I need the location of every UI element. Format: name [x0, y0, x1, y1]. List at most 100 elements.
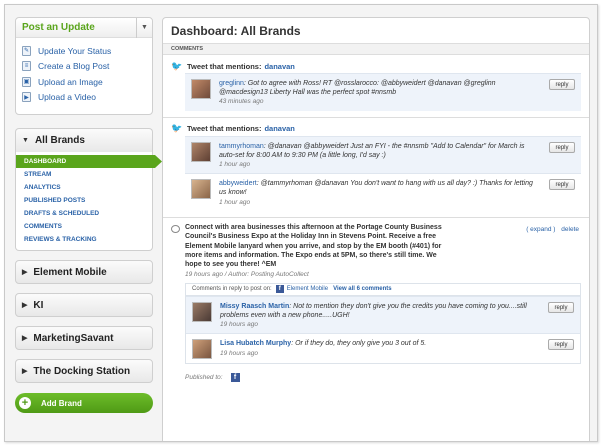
comment-time: 19 hours ago — [220, 321, 258, 329]
tweet-head-label: Tweet that mentions: — [187, 124, 262, 134]
expand-link[interactable]: ( expand ) — [526, 226, 555, 233]
comment-item: Lisa Hubatch Murphy: Or if they do, they… — [186, 333, 580, 364]
mention-user-link[interactable]: danavan — [264, 124, 294, 133]
app-window: Post an Update ▼ ✎ Update Your Status ≡ … — [4, 4, 598, 442]
collapsed-triangle-icon: ▶ — [22, 368, 28, 375]
all-brands-header[interactable]: ▼ All Brands — [15, 128, 153, 152]
submenu-stream[interactable]: STREAM — [16, 168, 152, 181]
submenu-dashboard[interactable]: DASHBOARD — [16, 155, 162, 168]
plus-icon: + — [19, 397, 31, 409]
submenu-analytics[interactable]: ANALYTICS — [16, 181, 152, 194]
comment-text: : Or if they do, they only give you 3 ou… — [291, 340, 427, 348]
brand-element-mobile[interactable]: ▶ Element Mobile — [15, 260, 153, 284]
update-status-link[interactable]: ✎ Update Your Status — [22, 43, 146, 59]
facebook-post-block: Connect with area businesses this aftern… — [163, 218, 589, 388]
add-brand-button[interactable]: + Add Brand — [15, 393, 153, 413]
tweet-mention-block: 🐦 Tweet that mentions: danavan greglinn:… — [163, 55, 589, 118]
twitter-bird-icon: 🐦 — [171, 123, 183, 134]
post-actions: ( expand ) delete — [526, 226, 579, 233]
reply-button[interactable]: reply — [549, 141, 575, 153]
comments-head-label: Comments in reply to post on: — [192, 286, 272, 293]
avatar[interactable] — [191, 79, 211, 99]
tweet-head-label: Tweet that mentions: — [187, 61, 262, 71]
status-icon: ✎ — [22, 45, 31, 56]
comment-item: Missy Raasch Martin: Not to mention they… — [186, 295, 580, 334]
post-update-title: Post an Update — [22, 22, 95, 33]
brand-label: KI — [33, 299, 44, 311]
tweet-time: 1 hour ago — [219, 161, 251, 169]
published-to-label: Published to: — [185, 374, 223, 382]
reply-button[interactable]: reply — [549, 79, 575, 90]
avatar[interactable] — [191, 179, 211, 200]
brand-label: The Docking Station — [33, 365, 131, 377]
tweet-body: abbyweidert: @tammyrhoman @danavan You d… — [219, 179, 575, 207]
comments-header: Comments in reply to post on: f Element … — [186, 283, 580, 296]
post-update-panel: Post an Update ▼ ✎ Update Your Status ≡ … — [15, 17, 153, 115]
facebook-icon[interactable]: f — [230, 373, 240, 383]
delete-link[interactable]: delete — [561, 226, 579, 233]
tweet-body: greglinn: Got to agree with Ross! RT @ro… — [219, 79, 575, 107]
tweet-text: : Got to agree with Ross! RT @rosslarocc… — [219, 80, 496, 97]
tweet-user-link[interactable]: greglinn — [219, 80, 244, 87]
comment-time: 19 hours ago — [220, 349, 258, 357]
twitter-bird-icon: 🐦 — [171, 60, 183, 71]
brand-label: Element Mobile — [33, 266, 107, 278]
submenu-drafts-scheduled[interactable]: DRAFTS & SCHEDULED — [16, 207, 152, 220]
reply-button[interactable]: reply — [548, 301, 574, 313]
tweet-mention-block: 🐦 Tweet that mentions: danavan tammyrhom… — [163, 118, 589, 218]
brands-panel: ▼ All Brands DASHBOARD STREAM ANALYTICS … — [15, 128, 153, 413]
collapsed-triangle-icon: ▶ — [22, 269, 28, 276]
tweet-mention-header: 🐦 Tweet that mentions: danavan — [171, 122, 581, 136]
tweet-item: abbyweidert: @tammyrhoman @danavan You d… — [185, 173, 581, 211]
all-brands-label: All Brands — [34, 135, 85, 146]
tweet-user-link[interactable]: tammyrhoman — [219, 143, 264, 150]
post-meta: 19 hours ago / Author: Postling AutoColl… — [185, 270, 309, 278]
brand-marketingsavant[interactable]: ▶ MarketingSavant — [15, 326, 153, 350]
tweet-time: 1 hour ago — [219, 198, 251, 206]
chevron-down-icon[interactable]: ▼ — [136, 17, 152, 38]
expanded-triangle-icon: ▼ — [22, 137, 29, 144]
submenu-comments[interactable]: COMMENTS — [16, 220, 152, 233]
submenu-published-posts[interactable]: PUBLISHED POSTS — [16, 194, 152, 207]
published-to: Published to: f — [185, 373, 581, 383]
avatar[interactable] — [191, 141, 211, 162]
post-update-header[interactable]: Post an Update ▼ — [16, 17, 152, 38]
video-icon: ▶ — [22, 92, 31, 103]
reply-button[interactable]: reply — [548, 339, 574, 351]
post-update-list: ✎ Update Your Status ≡ Create a Blog Pos… — [16, 38, 152, 110]
comments-page-link[interactable]: Element Mobile — [287, 286, 328, 292]
create-blog-post-label: Create a Blog Post — [38, 61, 110, 72]
tweet-text: : @danavan @abbyweidert Just an FYI - th… — [219, 142, 525, 159]
tweet-item: tammyrhoman: @danavan @abbyweidert Just … — [185, 135, 581, 174]
facebook-icon: f — [275, 285, 284, 294]
brand-ki[interactable]: ▶ KI — [15, 293, 153, 317]
facebook-post-text: Connect with area businesses this aftern… — [185, 223, 442, 269]
tweet-body: tammyrhoman: @danavan @abbyweidert Just … — [219, 142, 575, 170]
comment-body: Missy Raasch Martin: Not to mention they… — [220, 302, 574, 330]
tweet-text: : @tammyrhoman @danavan You don't want t… — [219, 180, 533, 197]
comments-box: Comments in reply to post on: f Element … — [185, 282, 581, 365]
facebook-post-top: Connect with area businesses this aftern… — [171, 223, 581, 270]
comment-user-link[interactable]: Lisa Hubatch Murphy — [220, 340, 291, 347]
comment-bubble-icon — [171, 224, 180, 233]
upload-video-link[interactable]: ▶ Upload a Video — [22, 90, 146, 106]
view-all-comments-link[interactable]: View all 6 comments — [333, 286, 392, 292]
mention-user-link[interactable]: danavan — [264, 62, 294, 71]
tweet-user-link[interactable]: abbyweidert — [219, 180, 257, 187]
reply-button[interactable]: reply — [549, 179, 575, 191]
brand-docking-station[interactable]: ▶ The Docking Station — [15, 359, 153, 383]
upload-image-link[interactable]: ▣ Upload an Image — [22, 74, 146, 90]
upload-video-label: Upload a Video — [38, 92, 96, 103]
image-icon: ▣ — [22, 76, 31, 87]
tweet-time: 43 minutes ago — [219, 98, 264, 106]
blog-icon: ≡ — [22, 61, 31, 72]
tweet-item: greglinn: Got to agree with Ross! RT @ro… — [185, 73, 581, 111]
comment-user-link[interactable]: Missy Raasch Martin — [220, 303, 289, 310]
avatar[interactable] — [192, 339, 212, 360]
main-content: Dashboard: All Brands COMMENTS 🐦 Tweet t… — [162, 17, 590, 441]
submenu-reviews-tracking[interactable]: REVIEWS & TRACKING — [16, 233, 152, 246]
all-brands-submenu: DASHBOARD STREAM ANALYTICS PUBLISHED POS… — [15, 152, 153, 251]
page-title: Dashboard: All Brands — [163, 18, 589, 44]
create-blog-post-link[interactable]: ≡ Create a Blog Post — [22, 59, 146, 75]
avatar[interactable] — [192, 301, 212, 322]
